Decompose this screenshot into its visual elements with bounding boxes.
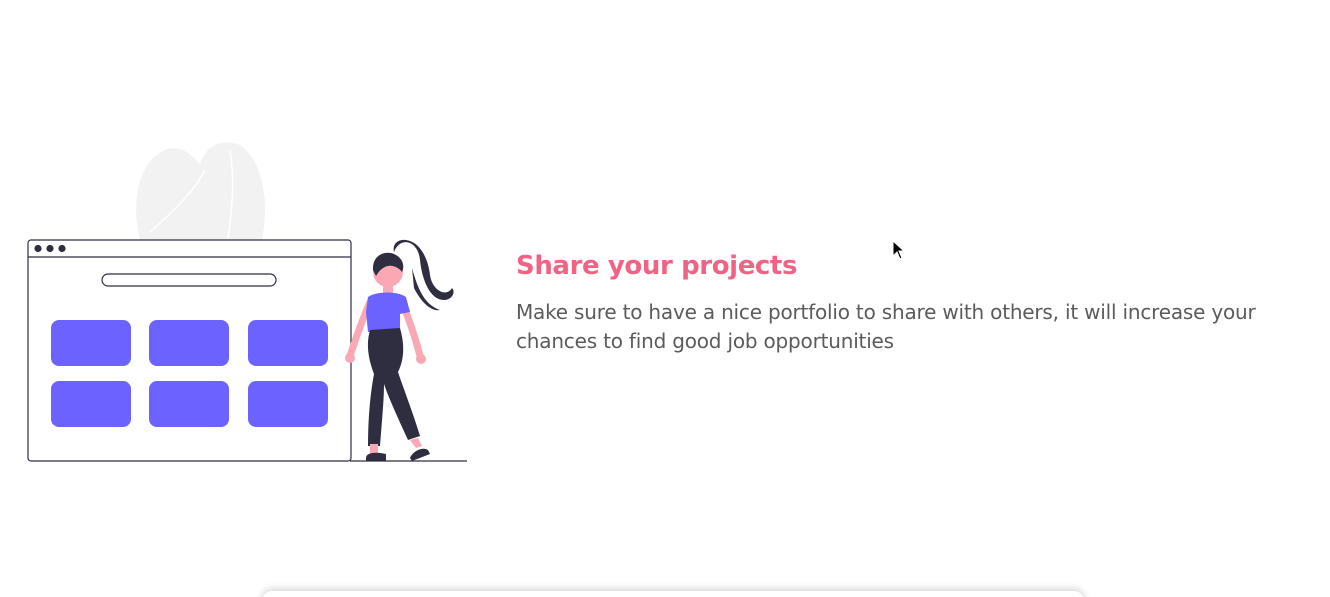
mouse-pointer-icon (892, 240, 906, 260)
portfolio-illustration (27, 142, 467, 462)
section-description: Make sure to have a nice portfolio to sh… (516, 300, 1256, 353)
woman-figure (345, 239, 454, 461)
project-tile (51, 381, 131, 427)
project-tile (51, 320, 131, 366)
section-title: Share your projects (516, 251, 798, 281)
leaf-decoration (136, 142, 266, 240)
window-dot (46, 244, 54, 253)
page: Share your projects Make sure to have a … (0, 0, 1330, 597)
browser-window (27, 239, 352, 462)
feature-text: Share your projects Make sure to have a … (516, 248, 1316, 356)
next-section-card (262, 591, 1084, 597)
window-dot (34, 244, 42, 253)
project-tile (248, 320, 328, 366)
project-tile (149, 381, 229, 427)
project-tile (248, 381, 328, 427)
project-tile (149, 320, 229, 366)
address-bar (101, 273, 277, 287)
window-dot (58, 244, 66, 253)
